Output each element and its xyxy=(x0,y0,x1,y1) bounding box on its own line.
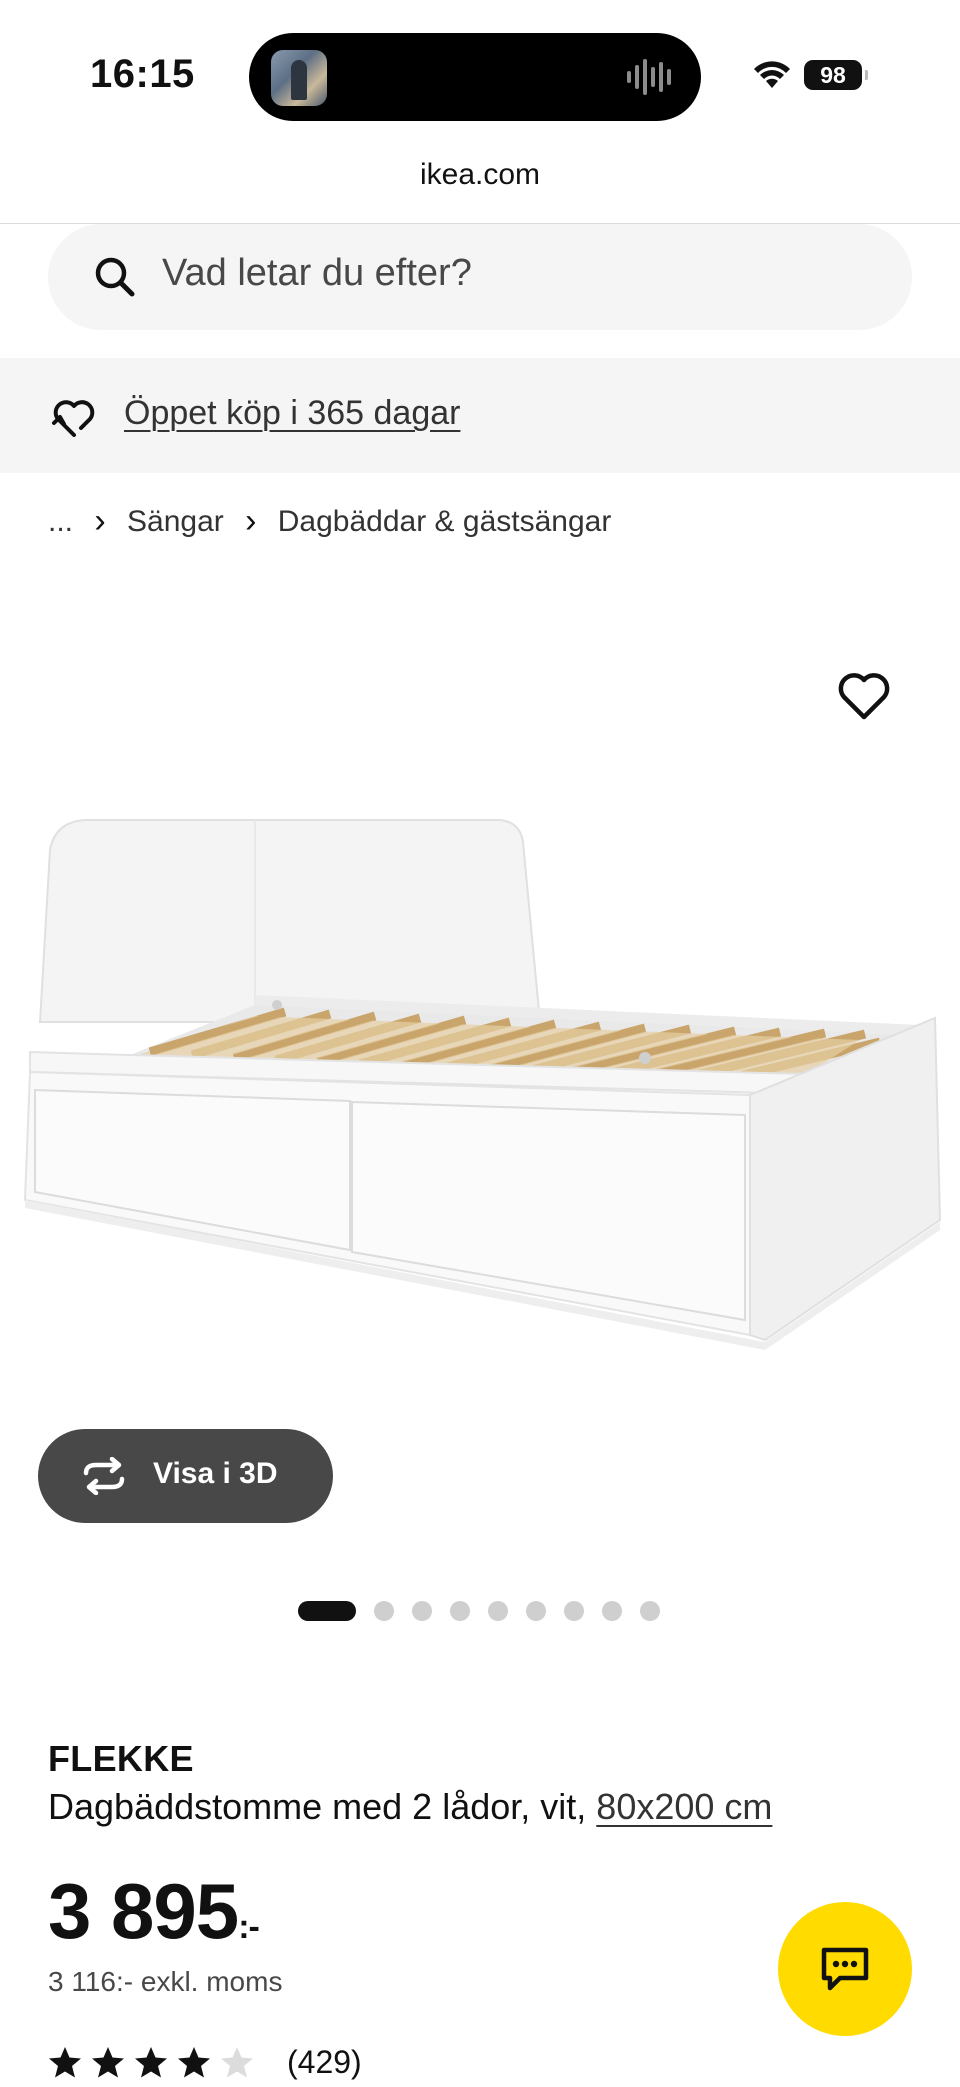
chevron-right-icon: › xyxy=(245,502,257,540)
carousel-dot[interactable] xyxy=(640,1601,660,1621)
carousel-indicator xyxy=(298,1600,678,1622)
dynamic-island[interactable] xyxy=(249,33,701,121)
product-size-link[interactable]: 80x200 cm xyxy=(596,1786,772,1827)
carousel-dot[interactable] xyxy=(412,1601,432,1621)
star-icon xyxy=(135,2047,167,2078)
battery-indicator: 98 xyxy=(804,60,868,90)
url-text: ikea.com xyxy=(419,158,541,191)
chat-icon xyxy=(821,1947,869,1991)
chat-button[interactable] xyxy=(778,1902,912,2036)
wifi-icon xyxy=(754,61,790,88)
search-input[interactable]: Vad letar du efter? xyxy=(48,224,912,330)
carousel-dot[interactable] xyxy=(526,1601,546,1621)
carousel-dot[interactable] xyxy=(564,1601,584,1621)
heart-icon[interactable] xyxy=(836,670,892,722)
promo-link[interactable]: Öppet köp i 365 dagar xyxy=(124,394,460,433)
carousel-dot[interactable] xyxy=(602,1601,622,1621)
star-icon xyxy=(49,2047,81,2078)
audio-wave-icon xyxy=(627,59,671,95)
view-3d-label: Visa i 3D xyxy=(153,1457,278,1490)
breadcrumb-more[interactable]: ... xyxy=(48,505,73,539)
product-image[interactable] xyxy=(0,790,960,1430)
status-bar: 16:15 98 xyxy=(0,0,960,150)
product-rating[interactable]: (429) xyxy=(48,2040,362,2084)
breadcrumb-item-sangar[interactable]: Sängar xyxy=(127,505,224,539)
product-name: FLEKKE xyxy=(48,1738,194,1779)
carousel-dot[interactable] xyxy=(298,1601,356,1621)
star-icon xyxy=(92,2047,124,2078)
status-time: 16:15 xyxy=(90,52,195,96)
chevron-right-icon: › xyxy=(94,502,106,540)
breadcrumb-item-dagbaddar[interactable]: Dagbäddar & gästsängar xyxy=(278,505,612,539)
rating-count: (429) xyxy=(287,2043,362,2080)
carousel-dot[interactable] xyxy=(374,1601,394,1621)
search-icon xyxy=(95,257,135,297)
carousel-dot[interactable] xyxy=(488,1601,508,1621)
browser-address-bar[interactable]: ikea.com xyxy=(0,150,960,224)
product-description-text: Dagbäddstomme med 2 lådor, vit, xyxy=(48,1786,587,1827)
promo-banner: Öppet köp i 365 dagar xyxy=(0,358,960,473)
view-3d-button[interactable]: Visa i 3D xyxy=(38,1429,333,1523)
price-excl-vat: 3 116:- exkl. moms xyxy=(48,1966,283,1997)
status-indicators: 98 xyxy=(752,58,868,92)
product-price: 3 895:- xyxy=(48,1866,260,1957)
rotate-3d-icon xyxy=(83,1457,125,1495)
now-playing-thumbnail xyxy=(271,50,327,106)
search-placeholder: Vad letar du efter? xyxy=(162,252,472,294)
star-empty-icon xyxy=(221,2047,253,2078)
price-value: 3 895 xyxy=(48,1867,239,1955)
price-suffix: :- xyxy=(238,1908,260,1946)
breadcrumb: ... › Sängar › Dagbäddar & gästsängar xyxy=(48,502,611,541)
carousel-dot[interactable] xyxy=(450,1601,470,1621)
returns-heart-icon xyxy=(52,400,95,437)
product-description: Dagbäddstomme med 2 lådor, vit, 80x200 c… xyxy=(48,1786,772,1828)
star-icon xyxy=(178,2047,210,2078)
